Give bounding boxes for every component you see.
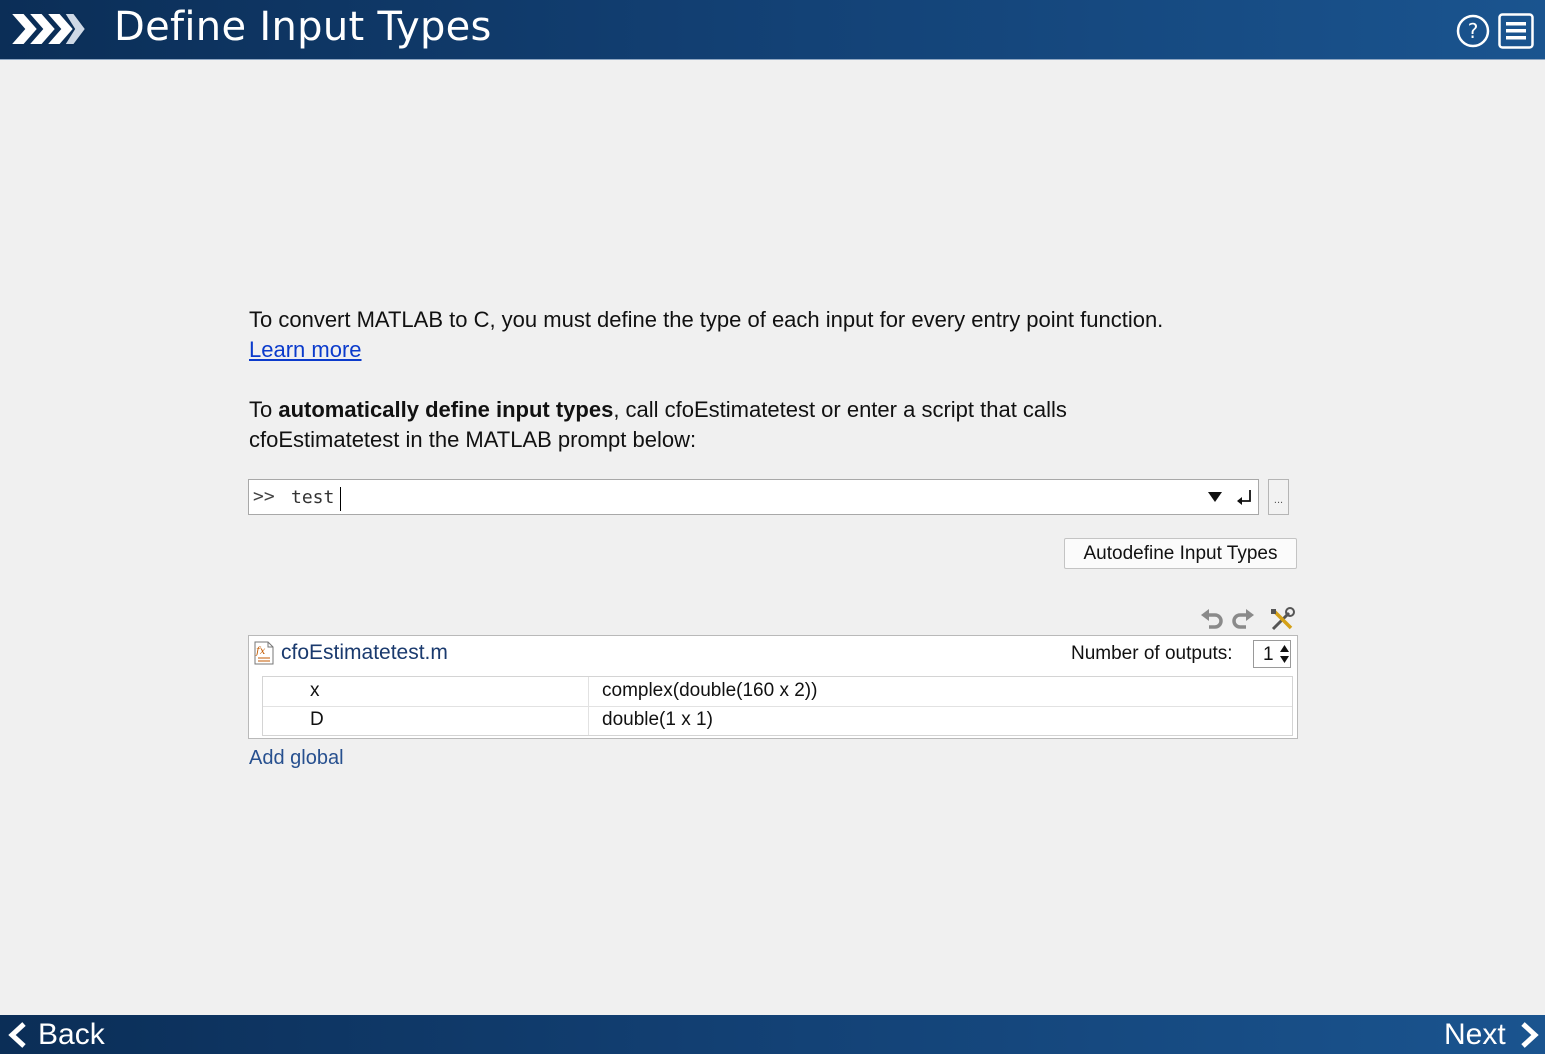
page-title: Define Input Types	[114, 4, 492, 50]
arg-name: x	[310, 680, 320, 701]
table-row[interactable]: D double(1 x 1)	[263, 706, 1292, 735]
autodefine-prefix: To	[249, 397, 279, 422]
table-row[interactable]: x complex(double(160 x 2))	[263, 677, 1292, 707]
autodefine-line2: cfoEstimatetest in the MATLAB prompt bel…	[249, 427, 697, 452]
arg-type[interactable]: complex(double(160 x 2))	[602, 680, 817, 702]
intro-text: To convert MATLAB to C, you must define …	[249, 305, 1163, 365]
svg-text:?: ?	[1468, 19, 1479, 43]
tools-icon[interactable]	[1269, 607, 1295, 633]
footer-bar: Back Next	[0, 1015, 1545, 1054]
svg-text:fx: fx	[255, 646, 266, 657]
add-global-link[interactable]: Add global	[249, 747, 344, 770]
intro-line: To convert MATLAB to C, you must define …	[249, 307, 1164, 332]
entry-point-file-name[interactable]: cfoEstimatetest.m	[281, 641, 448, 665]
outputs-value[interactable]: 1	[1263, 644, 1274, 666]
input-args-table: x complex(double(160 x 2)) D double(1 x …	[262, 676, 1293, 736]
chevron-left-icon	[8, 1022, 26, 1048]
autodefine-suffix: , call cfoEstimatetest or enter a script…	[613, 397, 1067, 422]
back-label: Back	[38, 1018, 105, 1051]
matlab-prompt-box: >>	[248, 479, 1259, 515]
text-caret	[340, 487, 341, 511]
help-circle-icon[interactable]: ?	[1455, 13, 1491, 49]
outputs-label: Number of outputs:	[1071, 643, 1233, 664]
chevrons-logo-icon	[8, 12, 88, 46]
matlab-file-icon: fx	[254, 641, 274, 665]
chevron-right-icon	[1521, 1022, 1539, 1048]
stepper-down-icon[interactable]	[1279, 654, 1290, 666]
enter-return-icon[interactable]	[1235, 488, 1253, 506]
next-button[interactable]: Next	[1444, 1015, 1544, 1054]
autodefine-bold: automatically define input types	[278, 397, 614, 422]
header-bar: Define Input Types ?	[0, 0, 1545, 60]
arg-type[interactable]: double(1 x 1)	[602, 709, 713, 731]
hamburger-menu-icon[interactable]	[1498, 13, 1534, 49]
learn-more-link[interactable]: Learn more	[249, 337, 362, 362]
function-panel: fx cfoEstimatetest.m Number of outputs: …	[248, 635, 1298, 739]
autodefine-instructions: To automatically define input types, cal…	[249, 395, 1067, 455]
dropdown-arrow-icon[interactable]	[1207, 490, 1223, 504]
undo-icon[interactable]	[1199, 607, 1225, 633]
next-label: Next	[1444, 1018, 1506, 1051]
autodefine-line1: To automatically define input types, cal…	[249, 395, 1067, 425]
browse-button[interactable]: ...	[1268, 479, 1289, 515]
column-divider	[588, 706, 589, 735]
autodefine-input-types-button[interactable]: Autodefine Input Types	[1064, 538, 1297, 569]
column-divider	[588, 677, 589, 706]
arg-name: D	[310, 709, 324, 730]
stepper-up-icon[interactable]	[1279, 642, 1290, 654]
prompt-sign: >>	[253, 486, 275, 507]
outputs-stepper[interactable]: 1	[1253, 640, 1291, 668]
matlab-prompt-input[interactable]	[291, 484, 1191, 510]
redo-icon[interactable]	[1230, 607, 1256, 633]
